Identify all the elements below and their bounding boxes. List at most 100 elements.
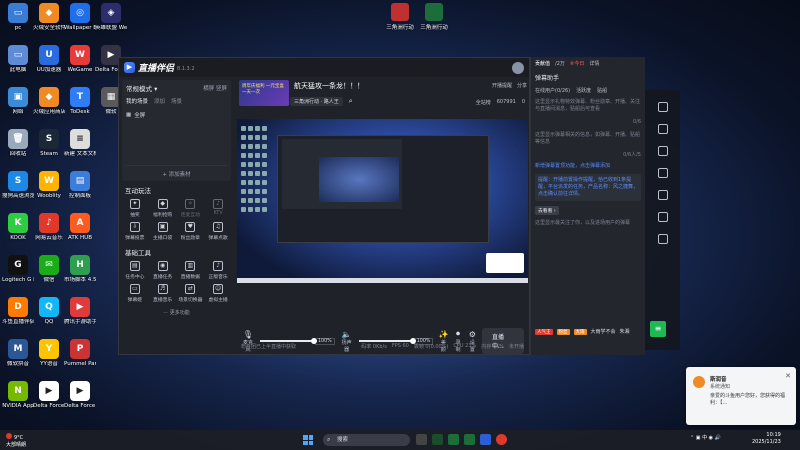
category-pill[interactable]: 三角洲行动 · 路人王 [290,97,343,106]
taskbar-app-icon[interactable] [496,434,507,445]
stream-preview[interactable] [237,119,528,283]
desktop-icon[interactable]: 三角洲行动 [383,3,417,31]
desktop-icon[interactable]: T ToDesk [64,87,96,116]
view-details-button[interactable]: 去看看 › [535,206,559,215]
desktop-icon[interactable]: W WeGame [64,45,96,74]
desktop-icon[interactable]: ◎ Wallpaper Engine:... [64,3,96,32]
tool-button[interactable]: ▣ 主播口袋 [149,222,177,241]
taskbar-app-icon[interactable] [448,434,459,445]
desktop-icon[interactable]: ◆ 火绒应用商店 [33,87,65,116]
mode-selector[interactable]: 常规模式 ▾ [126,83,157,93]
today-tab[interactable]: ⑥今日 [570,60,584,67]
tool-icon[interactable] [657,124,668,134]
desktop-icon[interactable]: ▭ pc [2,3,34,32]
tool-button[interactable]: ☺ 虚拟主播 [204,284,232,303]
tool-button[interactable]: ▭ 弹幕姬 [121,284,149,303]
desktop-icon[interactable]: W Wooblity [33,171,65,200]
desktop-icon[interactable]: N NVIDIA App [2,381,34,410]
weather-widget[interactable]: 9°C 大部晴朗 [6,433,26,449]
system-tray[interactable]: ⌃ ▣ 中 ◉ 🔊 [690,434,721,441]
tool-button[interactable]: ♥ 粉丝勋章 [177,222,205,241]
desktop-icon[interactable]: D 斗鱼直播伴侣 [2,297,34,326]
rank-label[interactable]: 全站榜 [476,99,491,106]
tool-button[interactable]: ♪ 正版音乐 [204,261,232,280]
user-avatar[interactable] [512,61,524,74]
scene-tab[interactable]: 添加 [154,97,165,105]
stream-cover[interactable]: 周年庆福利 一元宝盒 一天一次 [239,80,289,106]
taskbar-app-icon[interactable] [416,434,427,445]
desktop-icon[interactable]: ▭ 此电脑 [2,45,34,74]
taskbar-app-icon[interactable] [480,434,491,445]
desktop-icon[interactable]: 🗑 回收站 [2,129,34,158]
tool-button[interactable]: ♬ 直播音乐 [149,284,177,303]
desktop-icon[interactable]: ▶ Delta Force 2025.11.20... [64,381,96,410]
scene-item-fullscreen[interactable]: ▦ 全屏 [126,111,227,119]
counter-1: 0/6 [632,119,641,125]
desktop-icon[interactable]: ✉ 微信 [33,255,65,284]
desktop-icon[interactable]: H 市场脚本 4.5(1) [64,255,96,284]
tool-icon[interactable] [657,146,668,156]
pin-feature-tip[interactable]: 新增弹幕置顶功能，点击弹幕添加 [531,162,645,171]
tool-button[interactable]: ◉ 直播任务 [149,261,177,280]
tool-button[interactable]: ⇄ 场景切换器 [177,284,205,303]
desktop-icon[interactable]: S 搜狗高速浏览器 [2,171,34,200]
desktop-icon[interactable]: ◈ 英雄联盟 WeGame版 [95,3,127,32]
search-icon[interactable]: ⌕ [349,97,353,106]
desktop-icon[interactable]: Y YY语音 [33,339,65,368]
desktop-icon[interactable]: P Pummel Party [64,339,96,368]
tool-icon[interactable] [657,168,668,178]
desktop-icon[interactable]: ▶ Delta Force 2025.11.20... [33,381,65,410]
notification-body: 亲爱的斗鱼用户您好，您获得的福利：【... [710,393,786,406]
start-button[interactable] [303,435,313,445]
taskbar-search[interactable]: ⌕ 搜索 [323,434,410,446]
notification-toast[interactable]: 斯润音 系统通知 亲爱的斗鱼用户您好，您获得的福利：【... ✕ [686,367,796,425]
desktop-icon[interactable]: ≡ 新建 文本文档 [64,129,96,158]
live-reminder-button[interactable]: 开播提醒 [492,82,512,89]
search-icon: ⌕ [327,436,331,443]
share-button[interactable]: 分享 [517,82,527,89]
tool-button[interactable]: ⇩ 弹幕投票 [121,222,149,241]
tool-icon[interactable] [657,102,668,112]
taskbar-app-icon[interactable] [464,434,475,445]
scene-tab[interactable]: 我的场景 [126,97,148,105]
tool-button[interactable]: ✦ 抽奖 [121,199,149,218]
tool-button[interactable]: ▤ 任务中心 [121,261,149,280]
desktop-icon[interactable]: Q QQ [33,297,65,326]
desktop-icon[interactable]: ▶ 腾讯手游助手-畅玩手机... [64,297,96,326]
background-toolbar-strip [645,90,680,350]
scene-tab[interactable]: 场景 [171,97,182,105]
taskbar-app-icon[interactable] [432,434,443,445]
desktop-icon[interactable]: ▤ 控制面板 [64,171,96,200]
tool-icon[interactable] [657,190,668,200]
desktop-icon[interactable]: ◆ 火绒安全软件 [33,3,65,32]
tool-button[interactable]: ♪ KTV [204,199,232,218]
desktop-icon[interactable]: G Logitech G HUB [2,255,34,284]
details-tab[interactable]: 详情 [589,60,599,67]
desktop-icon[interactable]: ▣ 网络 [2,87,34,116]
desktop-icon[interactable]: K KOOK [2,213,34,242]
desktop-icon[interactable]: M 微软拼音 [2,339,34,368]
contribution-tab[interactable]: 贡献值 [535,60,550,67]
clock[interactable]: 10:19 2025/11/23 [752,432,781,446]
tool-button[interactable]: ✧ 连麦互动 [177,199,205,218]
pin-tab[interactable]: 贴船 [597,87,607,94]
tool-button[interactable]: ▥ 直播数据 [177,261,205,280]
more-functions-button[interactable]: ⋯ 更多功能 [119,309,234,316]
menu-icon[interactable]: ≡ [650,321,666,337]
tool-button[interactable]: ♫ 弹幕点歌 [204,222,232,241]
desktop-icon[interactable]: 三角洲行动 [417,3,451,31]
tool-icon[interactable] [657,234,668,244]
desktop-icon[interactable]: U UU加速器 [33,45,65,74]
tool-icon[interactable] [657,212,668,222]
orientation-toggle[interactable]: 横屏 竖屏 [203,84,227,92]
online-users-tab[interactable]: 在线用户(0/26) [535,87,570,94]
tool-icon: ✧ [185,199,196,209]
stream-title[interactable]: 航天猛攻一条龙！！！ [294,81,364,91]
activity-tab[interactable]: 活跃度 [576,87,591,94]
desktop-icon[interactable]: ♪ 网易云音乐 [33,213,65,242]
close-icon[interactable]: ✕ [785,372,791,380]
add-material-button[interactable]: + 添加素材 [126,165,227,178]
tool-button[interactable]: ◆ 福利抢购 [149,199,177,218]
desktop-icon[interactable]: A ATK HUB [64,213,96,242]
desktop-icon[interactable]: S Steam [33,129,65,158]
